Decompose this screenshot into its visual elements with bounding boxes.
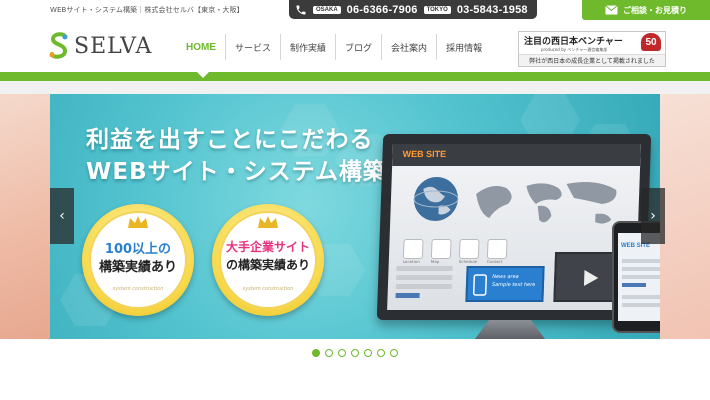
mail-icon	[605, 5, 618, 15]
medal-headline: 100以上の	[104, 242, 172, 257]
logo-mark-icon	[49, 32, 68, 59]
tokyo-phone-link[interactable]: 03-5843-1958	[457, 4, 528, 16]
calendar-icon	[458, 239, 480, 259]
medal-major-companies: 大手企業サイト の構築実績あり system construction	[212, 204, 324, 316]
selva-logo[interactable]: SELVA	[48, 31, 152, 61]
world-map-icon	[476, 182, 617, 224]
venture-note: 弊社が西日本の成長企業として掲載されました	[519, 54, 665, 66]
slider-pagination	[0, 349, 710, 357]
news-text: Sample text here	[491, 282, 536, 288]
phone-icon	[296, 5, 306, 14]
location-icon	[402, 239, 424, 259]
main-nav: HOME サービス 制作実績 ブログ 会社案内 採用情報	[177, 34, 491, 60]
smartphone-screen: WEB SITE	[618, 233, 660, 321]
venture-title: 注目の西日本ベンチャー	[524, 37, 623, 47]
monitor-illustration: WEB SITE Location Map Schedule Contact N…	[376, 134, 652, 320]
screen-icon-tile: Contact	[487, 239, 508, 264]
medal-subline: 構築実績あり	[98, 260, 177, 275]
screen-icon-tile: Map	[431, 239, 452, 264]
nav-item-recruit[interactable]: 採用情報	[436, 34, 491, 60]
news-area-mock: News area Sample text here	[465, 266, 545, 302]
crown-icon	[128, 216, 148, 228]
prev-slide-peek	[0, 94, 50, 339]
osaka-badge: OSAKA	[313, 5, 341, 14]
tokyo-badge: TOKYO	[423, 5, 451, 14]
play-icon	[583, 270, 599, 286]
osaka-phone-link[interactable]: 06-6366-7906	[347, 4, 418, 16]
header-green-bar	[0, 72, 710, 81]
page: WEBサイト・システム構築｜株式会社セルバ【東京・大阪】 OSAKA 06-63…	[0, 0, 710, 400]
medal-headline: 大手企業サイト	[225, 240, 310, 254]
nav-item-services[interactable]: サービス	[225, 34, 280, 60]
header-divider	[0, 81, 710, 94]
chevron-right-icon: ›	[650, 208, 656, 224]
slider-dot[interactable]	[338, 349, 346, 357]
chevron-left-icon: ‹	[59, 208, 65, 224]
globe-icon	[413, 177, 459, 221]
nav-item-company[interactable]: 会社案内	[381, 34, 436, 60]
screen-icon-row: Location Map Schedule Contact	[403, 239, 508, 264]
hero-slide: 利益を出すことにこだわる WEBサイト・システム構築 100以上の 構築実績あり…	[50, 94, 660, 339]
venture-subtitle: produced by ベンチャー通信編集部	[541, 47, 608, 52]
medal-subline: の構築実績あり	[225, 258, 310, 272]
screen-logo: WEB SITE	[402, 149, 447, 159]
screen-icon-tile: Location	[403, 239, 424, 264]
news-title: News area	[492, 274, 519, 280]
venture-number-badge: 50	[641, 33, 661, 51]
nav-item-works[interactable]: 制作実績	[280, 34, 335, 60]
slider-prev-button[interactable]: ‹	[50, 188, 74, 244]
screen-icon-tile: Schedule	[459, 239, 480, 264]
smartphone-icon	[472, 274, 488, 296]
slider-next-button[interactable]: ›	[641, 188, 665, 244]
slider-dot[interactable]	[351, 349, 359, 357]
mail-icon	[486, 239, 508, 259]
slider-dot[interactable]	[390, 349, 398, 357]
map-icon	[430, 239, 452, 259]
slider-dot[interactable]	[364, 349, 372, 357]
monitor-screen: WEB SITE Location Map Schedule Contact N…	[387, 144, 641, 310]
medal-100-projects: 100以上の 構築実績あり system construction	[82, 204, 194, 316]
venture-banner[interactable]: 注目の西日本ベンチャー 50 produced by ベンチャー通信編集部 弊社…	[518, 31, 666, 67]
monitor-stand	[475, 320, 545, 339]
hero-headline-line1: 利益を出すことにこだわる	[86, 127, 374, 153]
slider-dot[interactable]	[377, 349, 385, 357]
logo-text: SELVA	[74, 33, 153, 59]
site-tagline: WEBサイト・システム構築｜株式会社セルバ【東京・大阪】	[50, 6, 244, 14]
medal-caption: system construction	[112, 286, 164, 292]
phone-numbers-bar: OSAKA 06-6366-7906 TOKYO 03-5843-1958	[289, 0, 537, 19]
slider-dot[interactable]	[325, 349, 333, 357]
hero-headline-line2: WEBサイト・システム構築	[86, 159, 387, 185]
medal-caption: system construction	[242, 286, 294, 292]
crown-icon	[258, 216, 278, 228]
nav-item-blog[interactable]: ブログ	[335, 34, 381, 60]
nav-item-home[interactable]: HOME	[177, 34, 225, 60]
consult-estimate-button[interactable]: ご相談・お見積り	[582, 0, 710, 20]
consult-button-label: ご相談・お見積り	[623, 5, 687, 15]
screen-form-mock	[395, 266, 456, 302]
active-nav-pointer	[197, 72, 209, 78]
next-slide-peek	[660, 94, 710, 339]
slider-dot[interactable]	[312, 349, 320, 357]
